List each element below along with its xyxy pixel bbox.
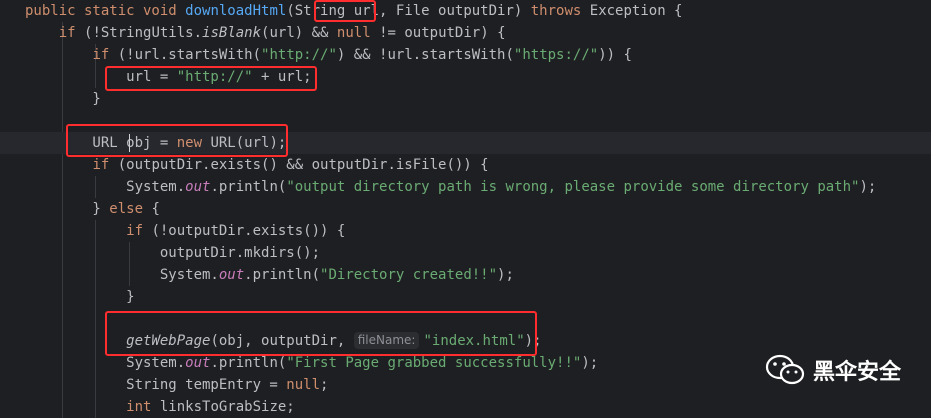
- code-token: downloadHtml: [185, 3, 287, 19]
- highlight-box-url-prefix: [105, 66, 317, 91]
- code-token: }: [25, 289, 135, 305]
- code-token: );: [581, 355, 599, 371]
- code-token: String tempEntry =: [25, 377, 287, 393]
- code-token: }: [25, 91, 101, 107]
- code-token: throws: [530, 3, 590, 19]
- code-token: (!outputDir.exists()) {: [151, 223, 346, 239]
- code-token: if: [58, 25, 85, 41]
- code-token: ;: [320, 377, 329, 393]
- code-token: (outputDir.exists() && outputDir.isFile(…: [117, 157, 489, 173]
- code-token: "First Page grabbed successfully!!": [286, 355, 582, 371]
- code-token: .println(: [244, 267, 321, 283]
- code-token: .println(: [210, 355, 287, 371]
- code-token: {: [151, 201, 160, 217]
- code-token: if: [92, 157, 118, 173]
- code-line[interactable]: }: [0, 88, 931, 110]
- code-line[interactable]: System.out.println("output directory pat…: [0, 176, 931, 198]
- code-token: if: [126, 223, 152, 239]
- code-token: Exception {: [589, 3, 683, 19]
- code-line[interactable]: int linksToGrabSize;: [0, 396, 931, 418]
- watermark: 黑伞安全: [765, 354, 901, 386]
- code-token: );: [497, 267, 514, 283]
- code-token: System.: [25, 267, 219, 283]
- code-token: (!StringUtils.: [84, 25, 203, 41]
- code-token: System.: [25, 355, 186, 371]
- code-line[interactable]: public static void downloadHtml(String u…: [0, 0, 931, 22]
- highlight-box-url-param: [314, 0, 376, 22]
- code-token: isBlank: [202, 25, 262, 41]
- code-line[interactable]: }: [0, 286, 931, 308]
- code-token: else: [109, 201, 152, 217]
- code-line[interactable]: System.out.println("Directory created!!"…: [0, 264, 931, 286]
- code-line[interactable]: } else {: [0, 198, 931, 220]
- code-token: "output directory path is wrong, please …: [286, 179, 860, 195]
- code-token: (url) &&: [261, 25, 337, 41]
- code-token: out: [185, 179, 211, 195]
- code-token: null: [286, 377, 321, 393]
- code-token: );: [859, 179, 877, 195]
- code-token: if: [92, 47, 118, 63]
- code-token: int: [126, 399, 160, 415]
- code-token: (!url.startsWith(: [117, 47, 262, 63]
- code-token: .println(: [210, 179, 287, 195]
- code-token: "https://": [513, 47, 599, 63]
- code-line[interactable]: if (outputDir.exists() && outputDir.isFi…: [0, 154, 931, 176]
- code-line[interactable]: if (!StringUtils.isBlank(url) && null !=…: [0, 22, 931, 44]
- code-token: out: [185, 355, 211, 371]
- code-token: out: [218, 267, 245, 283]
- code-token: outputDir.mkdirs();: [25, 245, 321, 261]
- highlight-box-getwebpage-call: [105, 311, 537, 356]
- wechat-icon: [765, 354, 805, 385]
- code-token: }: [25, 201, 110, 217]
- code-token: System.: [25, 179, 186, 195]
- code-token: ) && !url.startsWith(: [336, 47, 514, 63]
- code-token: public static void: [25, 3, 186, 19]
- watermark-text: 黑伞安全: [812, 360, 901, 385]
- highlight-box-url-object: [66, 124, 288, 157]
- code-line[interactable]: if (!outputDir.exists()) {: [0, 220, 931, 242]
- code-editor[interactable]: public static void downloadHtml(String u…: [0, 0, 931, 418]
- code-token: null: [336, 25, 380, 41]
- code-line[interactable]: outputDir.mkdirs();: [0, 242, 931, 264]
- code-line[interactable]: if (!url.startsWith("http://") && !url.s…: [0, 44, 931, 66]
- code-token: "Directory created!!": [320, 267, 498, 283]
- code-token: linksToGrabSize;: [159, 399, 295, 415]
- code-token: )) {: [598, 47, 632, 63]
- code-token: != outputDir) {: [379, 25, 506, 41]
- code-token: "http://": [261, 47, 337, 63]
